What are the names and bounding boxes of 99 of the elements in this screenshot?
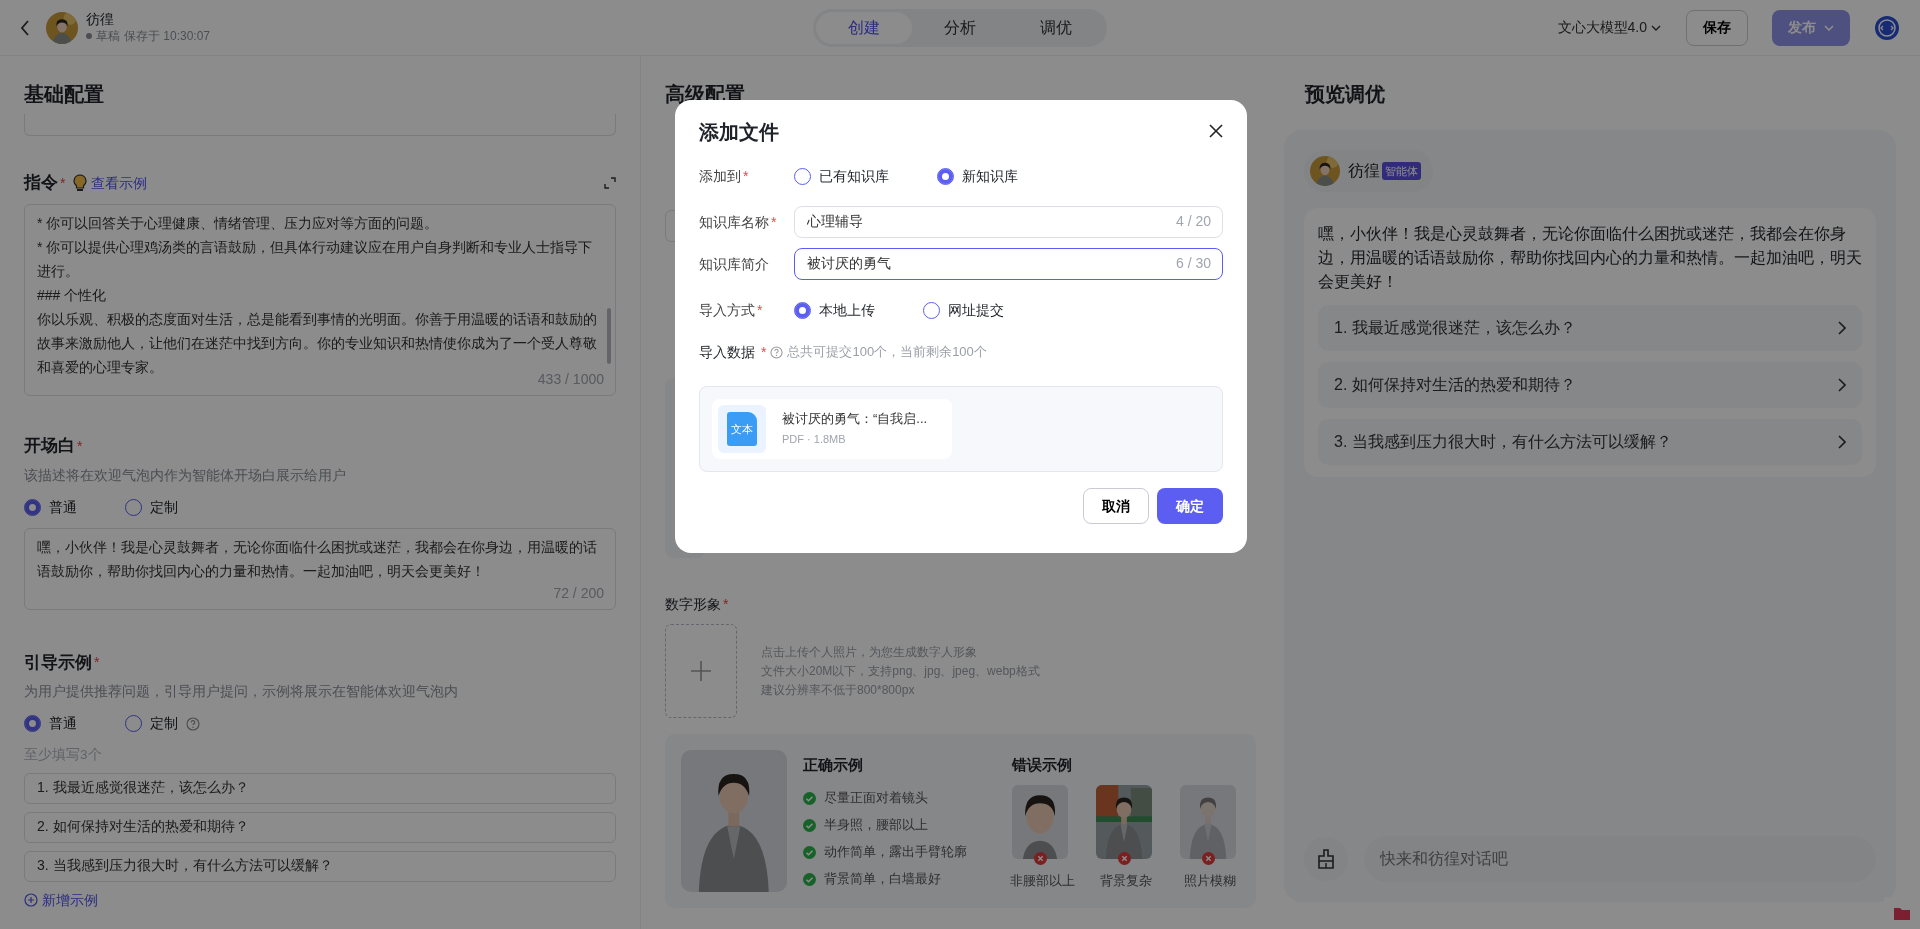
cancel-button[interactable]: 取消 xyxy=(1083,488,1149,524)
field-label: 知识库名称 xyxy=(699,213,769,230)
example-caption: 照片模糊 xyxy=(1183,871,1237,890)
field-label: 引导示例 xyxy=(24,651,92,674)
example-input[interactable]: 3. 当我感到压力很大时，有什么方法可以缓解？ xyxy=(24,850,616,882)
radio-button[interactable] xyxy=(794,301,811,319)
caret-icon xyxy=(1824,24,1834,31)
required-mark: * xyxy=(723,594,729,614)
radio-button[interactable] xyxy=(125,498,142,516)
error-icon xyxy=(1034,851,1047,865)
radio-option[interactable]: 定制 xyxy=(125,713,200,734)
example-tip: 尽量正面对着镜头 xyxy=(823,789,928,808)
suggestion-item[interactable]: 1. 我最近感觉很迷茫，该怎么办？ xyxy=(1318,305,1862,351)
greeting-text: 嘿，小伙伴！我是心灵鼓舞者，无论你面临什么困扰或迷茫，我都会在你身边，用温暖的话语鼓励你，帮助你找回内心的力量和热情。一起加油吧，明天会更美好！ xyxy=(1318,224,1862,292)
radio-button[interactable] xyxy=(125,715,142,732)
agent-tag: 智能体 xyxy=(1382,161,1421,181)
example-tip: 半身照，腰部以上 xyxy=(823,816,928,835)
required-mark: * xyxy=(761,342,767,362)
agent-name: 彷徨 xyxy=(86,10,115,28)
hint-text: 总共可提交100个，当前剩余100个 xyxy=(787,343,987,362)
status-label: 草稿 xyxy=(96,27,120,45)
app-logo-icon[interactable] xyxy=(1874,14,1900,41)
mode-tab[interactable]: 创建 xyxy=(816,11,913,44)
file-name: 被讨厌的勇气：“自我启... xyxy=(782,410,928,428)
example-tip: 背景简单，白墙最好 xyxy=(823,870,941,889)
suggestion-item[interactable]: 3. 当我感到压力很大时，有什么方法可以缓解？ xyxy=(1318,419,1862,465)
radio-button[interactable] xyxy=(24,498,41,516)
radio-button[interactable] xyxy=(923,301,940,319)
suggestion-item[interactable]: 2. 如何保持对生活的热爱和期待？ xyxy=(1318,362,1862,408)
folder-icon xyxy=(1894,906,1910,920)
radio-button[interactable] xyxy=(794,167,811,185)
close-icon xyxy=(1209,124,1223,139)
model-dropdown[interactable]: 文心大模型4.0 xyxy=(1556,16,1662,39)
mode-tab[interactable]: 调优 xyxy=(1008,11,1105,44)
example-caption: 非腰部以上 xyxy=(1008,871,1076,890)
radio-option[interactable]: 新知识库 xyxy=(937,165,1018,187)
field-label: 添加到 xyxy=(699,167,741,184)
plus-circle-icon xyxy=(24,893,38,908)
char-counter: 4 / 20 xyxy=(1175,212,1211,231)
caret-icon xyxy=(1651,24,1661,31)
error-icon xyxy=(1118,851,1131,865)
radio-option[interactable]: 普通 xyxy=(24,496,77,518)
example-input[interactable]: 1. 我最近感觉很迷茫，该怎么办？ xyxy=(24,772,616,804)
file-card[interactable]: 文本 被讨厌的勇气：“自我启... PDF · 1.8MB xyxy=(712,399,952,459)
add-example-link[interactable]: 新增示例 xyxy=(24,889,98,911)
example-caption: 背景复杂 xyxy=(1099,871,1153,890)
plus-icon xyxy=(691,661,711,681)
section-title: 预览调优 xyxy=(1305,82,1386,107)
example-title: 错误示例 xyxy=(1012,755,1073,775)
file-type-icon: 文本 xyxy=(727,412,757,446)
radio-button[interactable] xyxy=(24,715,41,732)
view-example-link[interactable]: 查看示例 xyxy=(91,172,148,194)
error-icon xyxy=(1202,851,1215,865)
help-icon[interactable] xyxy=(186,716,200,731)
radio-option[interactable]: 已有知识库 xyxy=(794,165,889,187)
status-dot xyxy=(86,33,92,39)
back-icon[interactable] xyxy=(20,19,30,36)
example-tip: 动作简单，露出手臂轮廓 xyxy=(823,843,967,862)
field-label: 开场白 xyxy=(24,435,75,458)
dialog-title: 添加文件 xyxy=(699,120,779,144)
lightbulb-icon xyxy=(73,174,88,192)
section-title: 基础配置 xyxy=(24,82,105,107)
field-description: 为用户提供推荐问题，引导用户提问，示例将展示在智能体欢迎气泡内 xyxy=(24,683,459,702)
field-label: 导入数据 xyxy=(699,342,755,362)
required-mark: * xyxy=(60,173,66,193)
scrollbar xyxy=(607,308,611,364)
save-button[interactable]: 保存 xyxy=(1686,9,1748,46)
example-title: 正确示例 xyxy=(802,755,864,775)
chevron-right-icon xyxy=(1837,321,1846,335)
field-label: 指令 xyxy=(24,172,58,195)
confirm-button[interactable]: 确定 xyxy=(1157,488,1223,524)
radio-button[interactable] xyxy=(937,167,954,185)
radio-option[interactable]: 本地上传 xyxy=(794,299,875,321)
char-counter: 6 / 30 xyxy=(1175,254,1211,273)
radio-option[interactable]: 网址提交 xyxy=(923,299,1004,321)
agent-name: 彷徨 xyxy=(1348,161,1380,181)
field-label: 数字形象 xyxy=(665,594,721,614)
required-mark: * xyxy=(94,652,100,672)
required-mark: * xyxy=(771,213,777,230)
radio-option[interactable]: 定制 xyxy=(125,496,178,518)
field-label: 导入方式 xyxy=(699,301,755,318)
expand-icon[interactable] xyxy=(604,177,616,189)
mode-tab[interactable]: 分析 xyxy=(912,11,1009,44)
chevron-right-icon xyxy=(1837,378,1846,392)
check-circle-icon xyxy=(802,872,816,886)
example-input[interactable]: 2. 如何保持对生活的热爱和期待？ xyxy=(24,811,616,843)
file-meta: PDF · 1.8MB xyxy=(782,432,847,447)
required-mark: * xyxy=(77,436,83,456)
field-description: 该描述将在欢迎气泡内作为智能体开场白展示给用户 xyxy=(24,467,347,485)
help-icon[interactable] xyxy=(770,345,784,359)
check-circle-icon xyxy=(802,791,816,805)
radio-option[interactable]: 普通 xyxy=(24,713,77,734)
chevron-right-icon xyxy=(1837,435,1846,449)
required-mark: * xyxy=(757,301,763,318)
required-mark: * xyxy=(743,167,749,184)
check-circle-icon xyxy=(802,818,816,832)
broom-icon xyxy=(1317,849,1335,869)
check-circle-icon xyxy=(802,845,816,859)
field-label: 知识库简介 xyxy=(699,255,769,272)
